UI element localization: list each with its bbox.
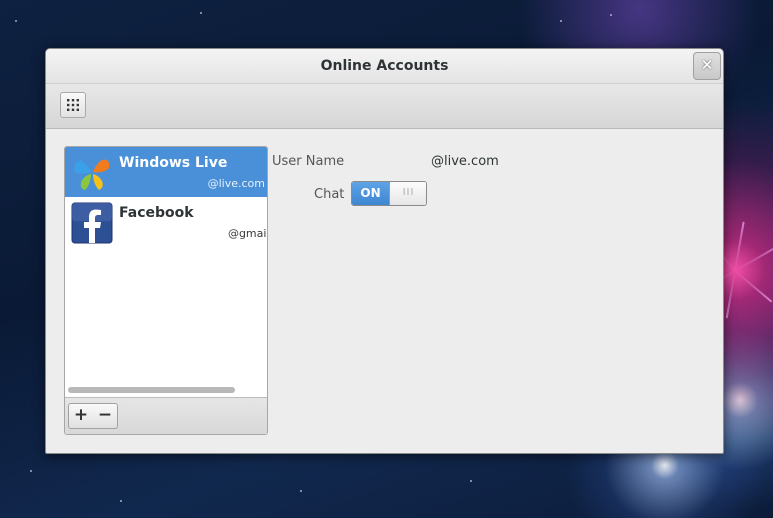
window-title: Online Accounts bbox=[320, 58, 449, 74]
account-id: @live.com bbox=[207, 177, 265, 190]
online-accounts-window: Online Accounts ✕ Windows Live @live.com bbox=[45, 48, 724, 454]
account-row-windows-live[interactable]: Windows Live @live.com bbox=[65, 147, 267, 197]
account-row-facebook[interactable]: Facebook @gmail. bbox=[65, 197, 267, 247]
grid-icon bbox=[67, 99, 79, 111]
close-button[interactable]: ✕ bbox=[693, 52, 721, 80]
facebook-icon bbox=[71, 202, 113, 244]
add-account-button[interactable]: + bbox=[68, 403, 94, 429]
account-id: @gmail. bbox=[227, 227, 267, 240]
plus-icon: + bbox=[73, 405, 89, 425]
username-label: User Name bbox=[272, 154, 345, 169]
chat-toggle-knob[interactable]: III bbox=[389, 182, 426, 205]
chat-label: Chat bbox=[314, 187, 345, 202]
toolbar bbox=[46, 83, 723, 129]
remove-account-button[interactable]: − bbox=[93, 403, 118, 429]
close-icon: ✕ bbox=[700, 56, 714, 74]
chat-toggle[interactable]: ON III bbox=[351, 181, 427, 206]
app-grid-button[interactable] bbox=[60, 92, 86, 118]
chat-toggle-state: ON bbox=[352, 182, 389, 205]
list-footer: + − bbox=[65, 397, 267, 434]
titlebar: Online Accounts ✕ bbox=[46, 49, 723, 83]
username-value: @live.com bbox=[431, 154, 499, 169]
accounts-list: Windows Live @live.com Facebook @gmail. … bbox=[64, 146, 268, 435]
windows-live-icon bbox=[74, 159, 110, 190]
account-name: Facebook bbox=[119, 205, 194, 221]
account-name: Windows Live bbox=[119, 155, 228, 171]
minus-icon: − bbox=[97, 405, 113, 425]
horizontal-scrollbar[interactable] bbox=[68, 387, 235, 393]
